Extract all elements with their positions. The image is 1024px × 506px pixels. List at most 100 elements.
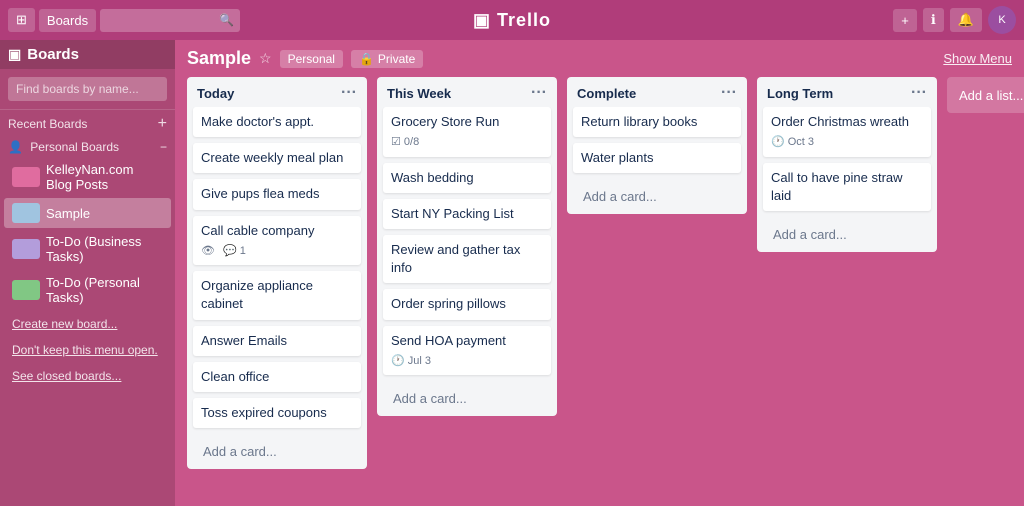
add-button[interactable]: + bbox=[893, 9, 917, 32]
show-menu-link[interactable]: Show Menu bbox=[943, 51, 1012, 66]
card-text-c14: Send HOA payment bbox=[391, 333, 506, 348]
logo-area: ▣ Trello bbox=[473, 10, 551, 31]
card-c5[interactable]: Organize appliance cabinet bbox=[193, 271, 361, 319]
card-text-c4: Call cable company bbox=[201, 223, 314, 238]
card-c13[interactable]: Order spring pillows bbox=[383, 289, 551, 319]
search-icon: 🔍 bbox=[219, 13, 234, 27]
card-meta-item: 👁 bbox=[201, 244, 215, 259]
board-visibility-private[interactable]: 🔒 Private bbox=[351, 50, 423, 68]
card-text-c10: Wash bedding bbox=[391, 170, 474, 185]
card-c7[interactable]: Clean office bbox=[193, 362, 361, 392]
board-area: Sample ☆ Personal 🔒 Private Show Menu To… bbox=[175, 40, 1024, 506]
board-label-blog: KelleyNan.com Blog Posts bbox=[46, 162, 163, 192]
add-card-btn-today[interactable]: Add a card... bbox=[193, 438, 361, 465]
lists-container: Today ··· Make doctor's appt. Create weekly… bbox=[175, 77, 1024, 506]
card-c16[interactable]: Water plants bbox=[573, 143, 741, 173]
bell-icon: 🔔 bbox=[958, 12, 974, 28]
card-text-c8: Toss expired coupons bbox=[201, 405, 327, 420]
star-icon[interactable]: ☆ bbox=[259, 50, 272, 67]
card-c18[interactable]: Call to have pine straw laid bbox=[763, 163, 931, 211]
card-meta-item: 🕐 Jul 3 bbox=[391, 354, 431, 369]
card-text-c18: Call to have pine straw laid bbox=[771, 170, 903, 203]
recent-label: Recent Boards bbox=[8, 117, 87, 131]
nav-right: + ℹ 🔔 K bbox=[893, 6, 1016, 34]
add-list-button[interactable]: Add a list... bbox=[947, 77, 1024, 113]
list-menu-today[interactable]: ··· bbox=[341, 85, 357, 101]
list-header-this-week: This Week··· bbox=[377, 77, 557, 107]
card-meta-item: 💬 1 bbox=[223, 244, 246, 259]
card-c6[interactable]: Answer Emails bbox=[193, 326, 361, 356]
card-text-c9: Grocery Store Run bbox=[391, 114, 499, 129]
card-meta-c14: 🕐 Jul 3 bbox=[391, 354, 543, 369]
add-card-btn-this-week[interactable]: Add a card... bbox=[383, 385, 551, 412]
card-meta-c9: ☑ 0/8 bbox=[391, 135, 543, 150]
card-text-c17: Order Christmas wreath bbox=[771, 114, 909, 129]
list-menu-this-week[interactable]: ··· bbox=[531, 85, 547, 101]
card-text-c2: Create weekly meal plan bbox=[201, 150, 343, 165]
lock-icon: 🔒 bbox=[359, 52, 374, 66]
boards-header: ▣ Boards bbox=[0, 40, 175, 69]
create-board-link[interactable]: Create new board... bbox=[4, 313, 171, 335]
board-title: Sample bbox=[187, 48, 251, 69]
list-cards-long-term: Order Christmas wreath 🕐 Oct 3 Call to hav… bbox=[757, 107, 937, 217]
card-meta-c17: 🕐 Oct 3 bbox=[771, 135, 923, 150]
boards-header-icon: ▣ bbox=[8, 46, 21, 63]
card-c1[interactable]: Make doctor's appt. bbox=[193, 107, 361, 137]
list-menu-long-term[interactable]: ··· bbox=[911, 85, 927, 101]
keep-menu-link[interactable]: Don't keep this menu open. bbox=[4, 339, 171, 361]
card-text-c12: Review and gather tax info bbox=[391, 242, 520, 275]
board-color-business bbox=[12, 239, 40, 259]
notification-button[interactable]: 🔔 bbox=[950, 8, 982, 32]
list-header-today: Today ··· bbox=[187, 77, 367, 107]
private-label: Private bbox=[378, 52, 415, 66]
card-c4[interactable]: Call cable company 👁 💬 1 bbox=[193, 216, 361, 266]
sidebar-search-input[interactable] bbox=[8, 77, 167, 101]
list-header-long-term: Long Term ··· bbox=[757, 77, 937, 107]
board-color-blog bbox=[12, 167, 40, 187]
sidebar-item-business[interactable]: To-Do (Business Tasks) bbox=[4, 229, 171, 269]
list-today: Today ··· Make doctor's appt. Create weekly… bbox=[187, 77, 367, 469]
card-c11[interactable]: Start NY Packing List bbox=[383, 199, 551, 229]
boards-nav-button[interactable]: Boards bbox=[39, 9, 96, 32]
add-recent-button[interactable]: + bbox=[158, 116, 167, 132]
card-c15[interactable]: Return library books bbox=[573, 107, 741, 137]
card-c10[interactable]: Wash bedding bbox=[383, 163, 551, 193]
card-c14[interactable]: Send HOA payment 🕐 Jul 3 bbox=[383, 326, 551, 376]
card-meta-c4: 👁 💬 1 bbox=[201, 244, 353, 259]
board-label-sample: Sample bbox=[46, 206, 90, 221]
info-icon: ℹ bbox=[931, 12, 936, 28]
card-c2[interactable]: Create weekly meal plan bbox=[193, 143, 361, 173]
sidebar-item-personal[interactable]: To-Do (Personal Tasks) bbox=[4, 270, 171, 310]
card-text-c3: Give pups flea meds bbox=[201, 186, 320, 201]
plus-icon: + bbox=[901, 13, 909, 28]
card-text-c16: Water plants bbox=[581, 150, 654, 165]
home-button[interactable]: ⊞ bbox=[8, 8, 35, 32]
card-c9[interactable]: Grocery Store Run ☑ 0/8 bbox=[383, 107, 551, 157]
sidebar-item-blog[interactable]: KelleyNan.com Blog Posts bbox=[4, 157, 171, 197]
main-area: ▣ Boards Recent Boards + 👤 Personal Boar… bbox=[0, 40, 1024, 506]
card-c3[interactable]: Give pups flea meds bbox=[193, 179, 361, 209]
card-meta-item: ☑ 0/8 bbox=[391, 135, 419, 150]
top-nav: ⊞ Boards 🔍 ▣ Trello + ℹ 🔔 K bbox=[0, 0, 1024, 40]
card-text-c11: Start NY Packing List bbox=[391, 206, 514, 221]
list-menu-complete[interactable]: ··· bbox=[721, 85, 737, 101]
board-visibility-personal[interactable]: Personal bbox=[280, 50, 343, 68]
info-button[interactable]: ℹ bbox=[923, 8, 944, 32]
card-text-c5: Organize appliance cabinet bbox=[201, 278, 313, 311]
trello-logo-text: Trello bbox=[497, 10, 551, 31]
closed-boards-link[interactable]: See closed boards... bbox=[4, 365, 171, 387]
add-card-btn-complete[interactable]: Add a card... bbox=[573, 183, 741, 210]
sidebar-item-sample[interactable]: Sample bbox=[4, 198, 171, 228]
add-card-btn-long-term[interactable]: Add a card... bbox=[763, 221, 931, 248]
add-personal-button[interactable]: − bbox=[160, 140, 167, 154]
list-title-today: Today bbox=[197, 86, 234, 101]
card-c8[interactable]: Toss expired coupons bbox=[193, 398, 361, 428]
card-c17[interactable]: Order Christmas wreath 🕐 Oct 3 bbox=[763, 107, 931, 157]
list-title-long-term: Long Term bbox=[767, 86, 833, 101]
recent-section-header: Recent Boards + bbox=[0, 110, 175, 134]
sidebar: ▣ Boards Recent Boards + 👤 Personal Boar… bbox=[0, 40, 175, 506]
list-cards-today: Make doctor's appt. Create weekly meal pl… bbox=[187, 107, 367, 434]
sidebar-boards-list: KelleyNan.com Blog Posts Sample To-Do (Bus… bbox=[0, 156, 175, 311]
card-c12[interactable]: Review and gather tax info bbox=[383, 235, 551, 283]
avatar[interactable]: K bbox=[988, 6, 1016, 34]
